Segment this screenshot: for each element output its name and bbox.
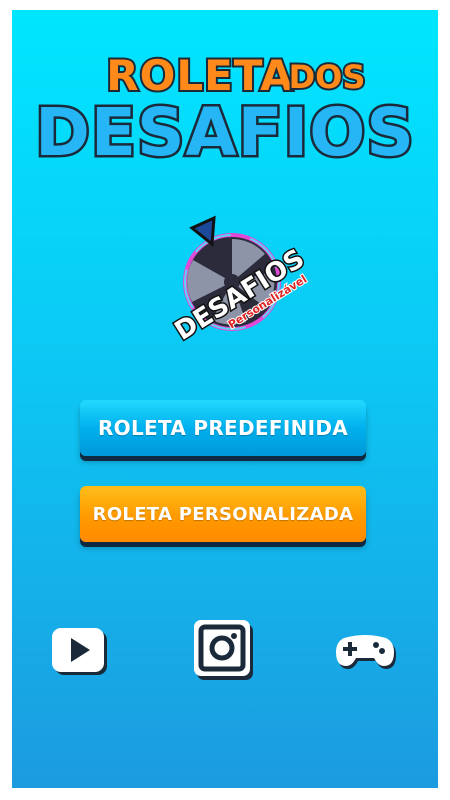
title-dos: DOS	[289, 58, 366, 96]
predefined-wheel-button[interactable]: ROLETA PREDEFINIDA	[80, 400, 366, 456]
gamepad-icon[interactable]	[334, 630, 396, 670]
predefined-wheel-label: ROLETA PREDEFINIDA	[97, 416, 349, 440]
wheel-logo: DESAFIOS Personalizável	[162, 210, 312, 360]
custom-wheel-button[interactable]: ROLETA PERSONALIZADA	[80, 486, 366, 542]
instagram-icon[interactable]	[192, 618, 256, 684]
title-desafios: DESAFIOS	[35, 94, 415, 171]
pointer-icon	[189, 215, 216, 247]
title-roleta: ROLETA	[106, 51, 293, 100]
custom-wheel-label: ROLETA PERSONALIZADA	[92, 503, 354, 525]
game-title: ROLETA DOS DESAFIOS	[12, 10, 438, 180]
youtube-icon[interactable]	[50, 626, 110, 678]
app-screen: ROLETA DOS DESAFIOS DESAFIOS Personalizá…	[12, 10, 438, 788]
